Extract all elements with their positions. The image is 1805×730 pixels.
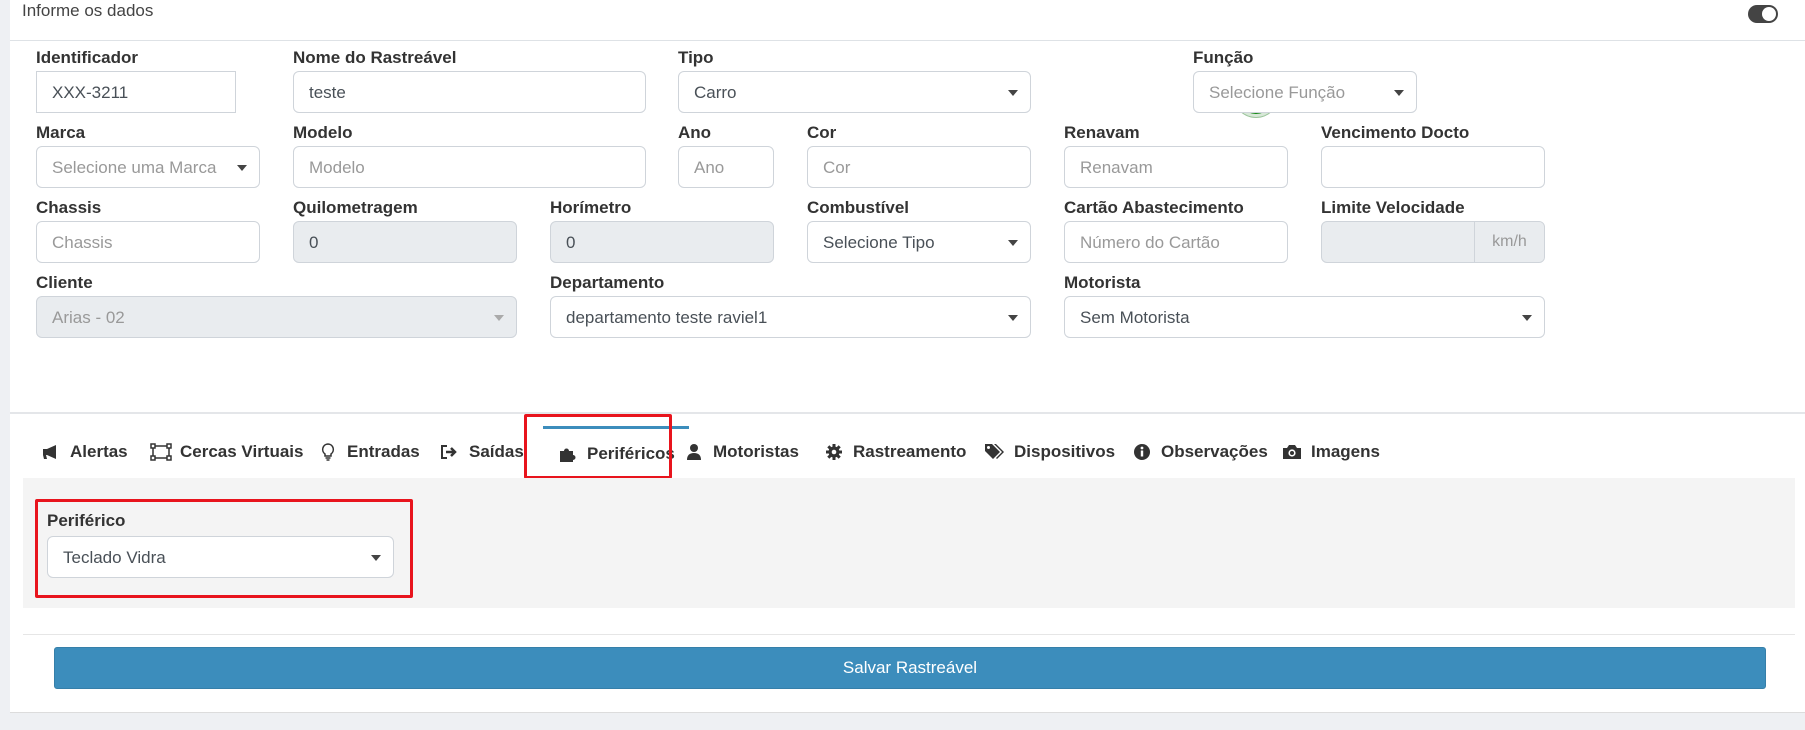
tipo-label: Tipo: [678, 48, 714, 67]
tab-imagens[interactable]: Imagens: [1281, 426, 1380, 478]
horimetro-label: Horímetro: [550, 198, 632, 217]
quilometragem-input: 0: [293, 221, 517, 263]
tab-label: Motoristas: [713, 442, 799, 461]
funcao-label: Função: [1193, 48, 1254, 67]
gear-icon: [823, 442, 845, 462]
ano-label: Ano: [678, 123, 712, 142]
caret-down-icon: [1522, 315, 1532, 321]
tab-label: Imagens: [1311, 442, 1380, 461]
marca-select[interactable]: Selecione uma Marca: [36, 146, 260, 188]
collapse-toggle[interactable]: [1748, 5, 1778, 23]
departamento-label: Departamento: [550, 273, 665, 292]
nome-input[interactable]: teste: [293, 71, 646, 113]
caret-down-icon: [1008, 90, 1018, 96]
kmh-addon: km/h: [1474, 222, 1544, 262]
motorista-select[interactable]: Sem Motorista: [1064, 296, 1545, 338]
renavam-label: Renavam: [1064, 123, 1140, 142]
caret-down-icon: [237, 165, 247, 171]
tab-label: Alertas: [70, 442, 128, 461]
departamento-value: departamento teste raviel1: [566, 308, 768, 327]
vector-polygon-icon: [150, 442, 172, 462]
identificador-label: Identificador: [36, 48, 139, 67]
tab-motoristas[interactable]: Motoristas: [683, 426, 799, 478]
tags-icon: [984, 442, 1006, 462]
tab-label: Dispositivos: [1014, 442, 1116, 461]
ano-input[interactable]: Ano: [678, 146, 774, 188]
tab-label: Rastreamento: [853, 442, 967, 461]
nome-label: Nome do Rastreável: [293, 48, 457, 67]
funcao-placeholder: Selecione Função: [1209, 83, 1346, 102]
cor-input[interactable]: Cor: [807, 146, 1031, 188]
combustivel-value: Selecione Tipo: [823, 233, 935, 252]
cliente-select: Arias - 02: [36, 296, 517, 338]
horimetro-input: 0: [550, 221, 774, 263]
tab-label: Cercas Virtuais: [180, 442, 304, 461]
tab-entradas[interactable]: Entradas: [317, 426, 420, 478]
bullhorn-icon: [40, 442, 62, 462]
tab-alertas[interactable]: Alertas: [40, 426, 128, 478]
tipo-select[interactable]: Carro: [678, 71, 1031, 113]
limite-input: km/h: [1321, 221, 1545, 263]
save-button[interactable]: Salvar Rastreável: [54, 647, 1766, 689]
form-panel: Informe os dados Identificador XXX-3211 …: [10, 0, 1805, 713]
cliente-label: Cliente: [36, 273, 93, 292]
panel-header: Informe os dados: [10, 0, 1805, 41]
motorista-value: Sem Motorista: [1080, 308, 1190, 327]
tab-rastreamento[interactable]: Rastreamento: [823, 426, 966, 478]
combustivel-label: Combustível: [807, 198, 910, 217]
vencimento-label: Vencimento Docto: [1321, 123, 1470, 142]
tab-label: Saídas: [469, 442, 524, 461]
chassis-label: Chassis: [36, 198, 102, 217]
tab-label: Entradas: [347, 442, 420, 461]
periferico-highlight: [35, 499, 413, 598]
quilometragem-label: Quilometragem: [293, 198, 418, 217]
caret-down-icon: [1394, 90, 1404, 96]
tab-dispositivos[interactable]: Dispositivos: [984, 426, 1115, 478]
tab-cercas-virtuais[interactable]: Cercas Virtuais: [150, 426, 303, 478]
tab-observacoes[interactable]: Observações: [1131, 426, 1268, 478]
tabs-bar: Alertas Cercas Virtuais Entradas Saídas …: [23, 426, 1795, 478]
marca-label: Marca: [36, 123, 86, 142]
panel-title: Informe os dados: [22, 1, 154, 20]
chassis-input[interactable]: Chassis: [36, 221, 260, 263]
footer-divider: [23, 634, 1795, 635]
identificador-input[interactable]: XXX-3211: [36, 71, 236, 113]
caret-down-icon: [1008, 315, 1018, 321]
combustivel-select[interactable]: Selecione Tipo: [807, 221, 1031, 263]
user-icon: [683, 442, 705, 462]
tipo-value: Carro: [694, 83, 737, 102]
renavam-input[interactable]: Renavam: [1064, 146, 1288, 188]
cartao-label: Cartão Abastecimento: [1064, 198, 1244, 217]
cor-label: Cor: [807, 123, 837, 142]
marca-placeholder: Selecione uma Marca: [52, 158, 217, 177]
vencimento-input[interactable]: [1321, 146, 1545, 188]
modelo-label: Modelo: [293, 123, 353, 142]
active-tab-highlight: [524, 414, 672, 479]
caret-down-icon: [1008, 240, 1018, 246]
section-divider: [10, 412, 1805, 414]
caret-down-icon: [494, 315, 504, 321]
modelo-input[interactable]: Modelo: [293, 146, 646, 188]
info-circle-icon: [1131, 442, 1153, 462]
lightbulb-icon: [317, 442, 339, 462]
camera-icon: [1281, 442, 1303, 462]
limite-label: Limite Velocidade: [1321, 198, 1465, 217]
departamento-select[interactable]: departamento teste raviel1: [550, 296, 1031, 338]
funcao-select[interactable]: Selecione Função: [1193, 71, 1417, 113]
motorista-label: Motorista: [1064, 273, 1141, 292]
sign-out-icon: [439, 442, 461, 462]
tab-label: Observações: [1161, 442, 1268, 461]
tab-saidas[interactable]: Saídas: [439, 426, 524, 478]
cartao-input[interactable]: Número do Cartão: [1064, 221, 1288, 263]
cliente-value: Arias - 02: [52, 308, 125, 327]
